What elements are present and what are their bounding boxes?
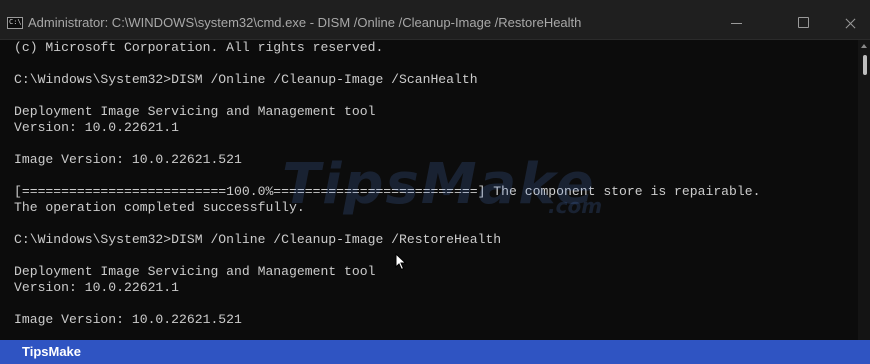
console-line: Version: 10.0.22621.1: [14, 120, 180, 135]
watermark-suffix: .com: [548, 194, 603, 218]
vertical-scrollbar[interactable]: [858, 40, 870, 340]
console-line: C:\Windows\System32>DISM /Online /Cleanu…: [14, 232, 502, 247]
console-line: The operation completed successfully.: [14, 200, 305, 215]
brand-footer: TipsMake: [0, 340, 870, 364]
console-line: Version: 10.0.22621.1: [14, 280, 180, 295]
maximize-icon[interactable]: [780, 8, 826, 38]
window-title: Administrator: C:\WINDOWS\system32\cmd.e…: [28, 15, 582, 30]
scroll-up-icon[interactable]: [861, 44, 867, 48]
cmd-app-icon[interactable]: C:\: [7, 17, 23, 29]
title-bar: C:\ Administrator: C:\WINDOWS\system32\c…: [0, 0, 870, 40]
scroll-thumb[interactable]: [863, 55, 867, 75]
console-output[interactable]: (c) Microsoft Corporation. All rights re…: [0, 40, 858, 340]
minimize-icon[interactable]: [714, 8, 760, 38]
console-line: Deployment Image Servicing and Managemen…: [14, 104, 376, 119]
console-line: Image Version: 10.0.22621.521: [14, 312, 242, 327]
brand-label: TipsMake: [22, 344, 82, 359]
console-line: Image Version: 10.0.22621.521: [14, 152, 242, 167]
mouse-pointer-icon: [395, 253, 407, 271]
progress-line: [==========================100.0%=======…: [14, 184, 761, 199]
console-line: (c) Microsoft Corporation. All rights re…: [14, 40, 384, 55]
console-line: C:\Windows\System32>DISM /Online /Cleanu…: [14, 72, 478, 87]
console-line: Deployment Image Servicing and Managemen…: [14, 264, 376, 279]
close-icon[interactable]: [828, 8, 870, 38]
